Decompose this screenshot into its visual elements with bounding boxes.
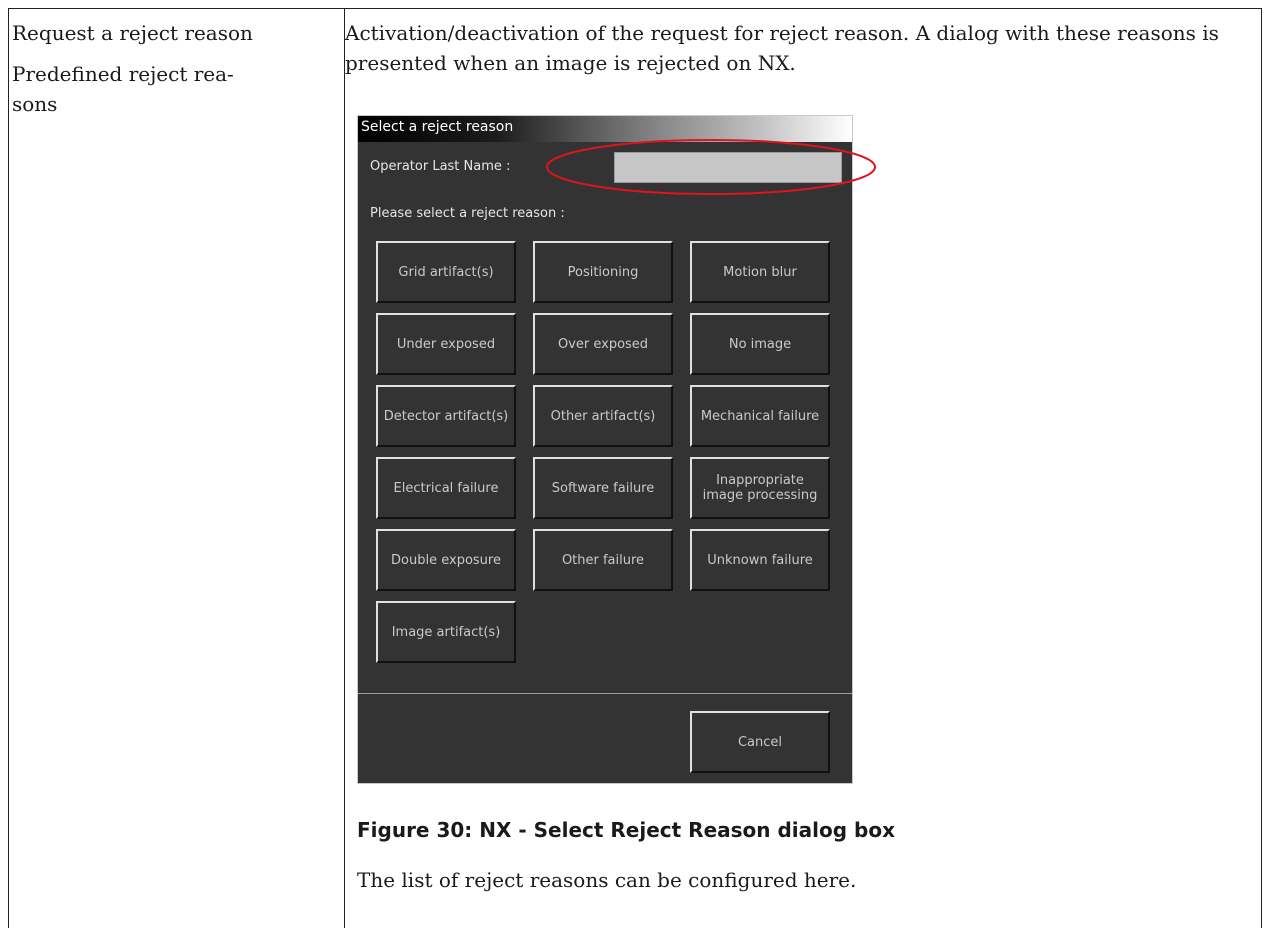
dialog-title-bar: Select a reject reason [358,116,852,142]
reject-reason-button[interactable]: Electrical failure [376,457,516,519]
dialog-title: Select a reject reason [361,119,514,135]
reject-reason-button[interactable]: Unknown failure [690,529,830,591]
reject-reason-button[interactable]: Under exposed [376,313,516,375]
reject-reason-button[interactable]: Motion blur [690,241,830,303]
reject-reason-button[interactable]: Double exposure [376,529,516,591]
setting-predefined-reject-reasons: Predefined reject rea- sons [12,62,234,116]
column-divider [344,9,345,928]
setting-description-cell: Activation/deactivation of the request f… [345,18,1245,78]
reject-reason-button[interactable]: Grid artifact(s) [376,241,516,303]
reject-reason-button[interactable]: Software failure [533,457,673,519]
note-text: The list of reject reasons can be config… [357,868,857,892]
reject-reason-dialog: Select a reject reason Operator Last Nam… [357,115,853,784]
cancel-button[interactable]: Cancel [690,711,830,773]
reject-reason-button[interactable]: Image artifact(s) [376,601,516,663]
operator-last-name-label: Operator Last Name : [370,159,511,174]
figure-caption: Figure 30: NX - Select Reject Reason dia… [357,818,895,842]
reject-reason-button[interactable]: Over exposed [533,313,673,375]
description-text: Activation/deactivation of the request f… [345,21,1219,75]
reject-reason-button[interactable]: Detector artifact(s) [376,385,516,447]
reject-reason-button[interactable]: Other artifact(s) [533,385,673,447]
setting-names-cell: Request a reject reason Predefined rejec… [12,18,322,130]
select-reason-label: Please select a reject reason : [370,206,565,221]
reject-reason-button[interactable]: Inappropriate image processing [690,457,830,519]
reject-reason-button[interactable]: Mechanical failure [690,385,830,447]
reject-reason-button[interactable]: Other failure [533,529,673,591]
operator-last-name-input[interactable] [614,152,842,183]
setting-request-reject-reason: Request a reject reason [12,21,253,45]
reject-reason-button[interactable]: No image [690,313,830,375]
dialog-divider [358,693,852,694]
reject-reason-button[interactable]: Positioning [533,241,673,303]
